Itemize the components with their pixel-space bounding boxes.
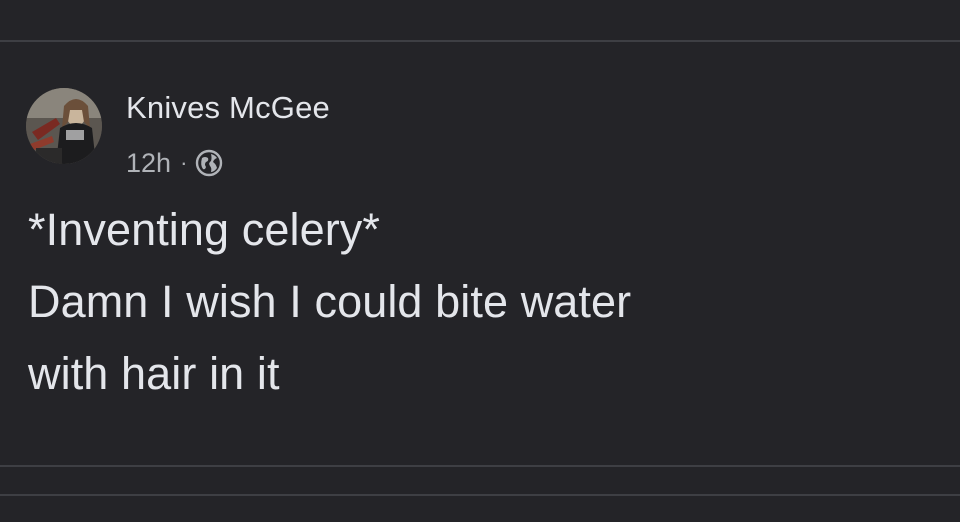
post-text: *Inventing celery* Damn I wish I could b… <box>28 194 928 410</box>
meta-separator: · <box>180 150 188 175</box>
post-text-line: with hair in it <box>28 348 280 399</box>
post-meta: 12h · <box>126 146 223 180</box>
globe-icon[interactable] <box>195 149 223 177</box>
post-text-line: *Inventing celery* <box>28 204 381 255</box>
post-text-line: Damn I wish I could bite water <box>28 276 632 327</box>
post-card: Knives McGee 12h · *Inventing celery* Da… <box>0 42 960 465</box>
post-bottom-divider <box>0 465 960 467</box>
author-name[interactable]: Knives McGee <box>126 90 330 126</box>
secondary-divider <box>0 494 960 496</box>
avatar[interactable] <box>26 88 102 164</box>
timestamp[interactable]: 12h <box>126 148 171 179</box>
avatar-photo <box>26 88 102 164</box>
